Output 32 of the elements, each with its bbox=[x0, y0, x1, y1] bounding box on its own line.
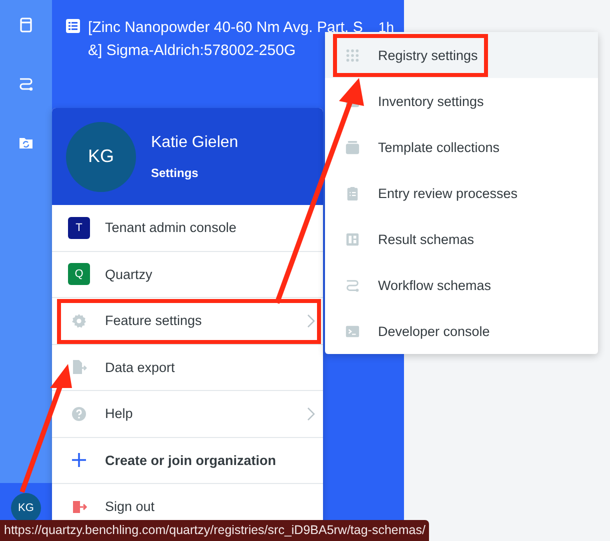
sign-out-icon bbox=[71, 498, 87, 515]
notebook-icon[interactable] bbox=[18, 17, 34, 33]
workflow-icon[interactable] bbox=[18, 76, 34, 92]
dot-grid-icon bbox=[345, 48, 360, 62]
menu-item[interactable]: Help bbox=[52, 391, 323, 438]
table-icon bbox=[345, 232, 360, 246]
clipboard-icon bbox=[345, 186, 360, 200]
settings-link[interactable]: Settings bbox=[151, 166, 238, 180]
submenu-item[interactable]: Workflow schemas bbox=[325, 262, 598, 308]
menu-item[interactable]: Q Quartzy bbox=[52, 252, 323, 298]
menu-item[interactable]: T Tenant admin console bbox=[52, 205, 323, 252]
submenu-item[interactable]: Developer console bbox=[325, 308, 598, 354]
file-export-icon bbox=[71, 359, 87, 376]
app-badge: Q bbox=[68, 263, 90, 286]
submenu-item[interactable]: Registry settings bbox=[325, 32, 598, 78]
plus-icon bbox=[71, 452, 87, 468]
stack-icon bbox=[345, 140, 360, 154]
terminal-icon bbox=[345, 324, 360, 338]
menu-item[interactable]: Create or join organization bbox=[52, 438, 323, 484]
menu-item[interactable]: Feature settings bbox=[52, 298, 323, 344]
folder-sync-icon[interactable] bbox=[18, 135, 34, 151]
link-url-tooltip: https://quartzy.benchling.com/quartzy/registries/src_iD9BA5rw/tag-schemas/ bbox=[0, 520, 430, 541]
profile-avatar: KG bbox=[66, 122, 136, 192]
list-icon bbox=[66, 19, 80, 33]
submenu-item[interactable]: Entry review processes bbox=[325, 170, 598, 216]
submenu-item[interactable]: Template collections bbox=[325, 124, 598, 170]
workflow-icon bbox=[345, 278, 360, 292]
gear-icon bbox=[71, 312, 87, 329]
submenu-item[interactable]: Result schemas bbox=[325, 216, 598, 262]
app-badge: T bbox=[68, 216, 90, 239]
user-name: Katie Gielen bbox=[151, 134, 238, 152]
user-avatar[interactable]: KG bbox=[11, 493, 41, 523]
